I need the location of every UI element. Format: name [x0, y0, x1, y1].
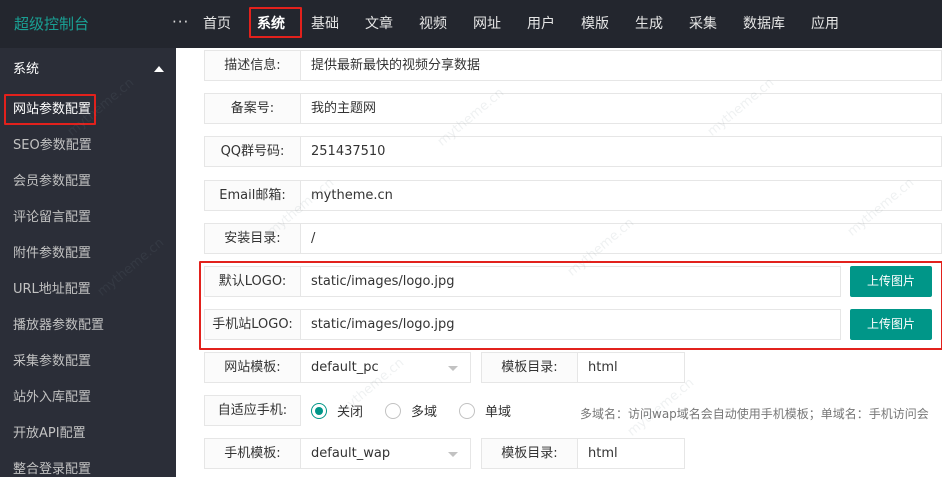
sidebar-header-label: 系统 — [13, 62, 40, 77]
radio-unchecked-icon — [385, 402, 402, 419]
row-install-dir: 安装目录: / — [204, 223, 942, 254]
nav-database[interactable]: 数据库 — [730, 0, 798, 48]
nav-basic[interactable]: 基础 — [298, 0, 352, 48]
sidebar-item-collect-config[interactable]: 采集参数配置 — [0, 344, 176, 380]
nav-highlight-box — [249, 7, 302, 38]
mobile-template-select-value: default_wap — [311, 446, 391, 461]
qq-input[interactable]: 251437510 — [301, 136, 942, 167]
top-bar: 超级控制台 ··· 首页 系统 基础 文章 视频 网址 用户 模版 生成 采集 … — [0, 0, 942, 48]
nav-generate[interactable]: 生成 — [622, 0, 676, 48]
sidebar-highlight-box — [4, 94, 96, 125]
nav-home[interactable]: 首页 — [190, 0, 244, 48]
sidebar-item-comment-config[interactable]: 评论留言配置 — [0, 200, 176, 236]
adaptive-radio-group: 关闭 多域 单域 — [301, 395, 533, 426]
nav-template[interactable]: 模版 — [568, 0, 622, 48]
more-menu-icon[interactable]: ··· — [172, 0, 189, 48]
row-adaptive: 自适应手机: 关闭 多域 单域 — [204, 395, 533, 426]
logo-highlight-box — [199, 261, 942, 350]
row-icp: 备案号: 我的主题网 — [204, 93, 942, 124]
template-select-value: default_pc — [311, 360, 379, 375]
sidebar-item-import-config[interactable]: 站外入库配置 — [0, 380, 176, 416]
nav-article[interactable]: 文章 — [352, 0, 406, 48]
radio-off[interactable]: 关闭 — [311, 401, 363, 420]
sidebar-item-url-config[interactable]: URL地址配置 — [0, 272, 176, 308]
radio-checked-icon — [311, 402, 327, 419]
chevron-down-icon — [448, 452, 458, 457]
row-qq: QQ群号码: 251437510 — [204, 136, 942, 167]
sidebar-item-api-config[interactable]: 开放API配置 — [0, 416, 176, 452]
email-label: Email邮箱: — [204, 180, 301, 211]
brand-title[interactable]: 超级控制台 — [14, 0, 89, 48]
template-dir-label: 模板目录: — [481, 352, 578, 383]
sidebar-header[interactable]: 系统 — [0, 48, 176, 92]
qq-label: QQ群号码: — [204, 136, 301, 167]
row-template: 网站模板: default_pc 模板目录: html — [204, 352, 685, 383]
row-email: Email邮箱: mytheme.cn — [204, 180, 942, 211]
nav-website[interactable]: 网址 — [460, 0, 514, 48]
template-select[interactable]: default_pc — [301, 352, 471, 383]
nav-apps[interactable]: 应用 — [798, 0, 852, 48]
radio-single-domain-label: 单域 — [485, 405, 512, 420]
nav-collect[interactable]: 采集 — [676, 0, 730, 48]
mobile-template-dir-label: 模板目录: — [481, 438, 578, 469]
row-mobile-template: 手机模板: default_wap 模板目录: html — [204, 438, 685, 469]
sidebar-item-seo-config[interactable]: SEO参数配置 — [0, 128, 176, 164]
sidebar-item-attachment-config[interactable]: 附件参数配置 — [0, 236, 176, 272]
template-label: 网站模板: — [204, 352, 301, 383]
mobile-template-label: 手机模板: — [204, 438, 301, 469]
install-dir-input[interactable]: / — [301, 223, 942, 254]
adaptive-label: 自适应手机: — [204, 395, 301, 426]
chevron-up-icon — [154, 66, 164, 72]
icp-label: 备案号: — [204, 93, 301, 124]
radio-off-label: 关闭 — [337, 405, 364, 420]
description-label: 描述信息: — [204, 50, 301, 81]
email-input[interactable]: mytheme.cn — [301, 180, 942, 211]
sidebar-item-login-config[interactable]: 整合登录配置 — [0, 452, 176, 477]
description-input[interactable]: 提供最新最快的视频分享数据 — [301, 50, 942, 81]
row-description: 描述信息: 提供最新最快的视频分享数据 — [204, 50, 942, 81]
mobile-template-dir-input[interactable]: html — [578, 438, 685, 469]
template-dir-input[interactable]: html — [578, 352, 685, 383]
install-dir-label: 安装目录: — [204, 223, 301, 254]
mobile-template-select[interactable]: default_wap — [301, 438, 471, 469]
sidebar-item-player-config[interactable]: 播放器参数配置 — [0, 308, 176, 344]
sidebar-item-member-config[interactable]: 会员参数配置 — [0, 164, 176, 200]
radio-multi-domain-label: 多域 — [411, 405, 438, 420]
radio-single-domain[interactable]: 单域 — [459, 401, 511, 420]
radio-unchecked-icon — [459, 402, 476, 419]
chevron-down-icon — [448, 366, 458, 371]
main-content: 描述信息: 提供最新最快的视频分享数据 备案号: 我的主题网 QQ群号码: 25… — [176, 48, 942, 477]
radio-multi-domain[interactable]: 多域 — [385, 401, 437, 420]
icp-input[interactable]: 我的主题网 — [301, 93, 942, 124]
nav-user[interactable]: 用户 — [514, 0, 568, 48]
adaptive-hint: 多域名：访问wap域名会自动使用手机模板；单域名：手机访问会 — [580, 407, 929, 421]
nav-video[interactable]: 视频 — [406, 0, 460, 48]
